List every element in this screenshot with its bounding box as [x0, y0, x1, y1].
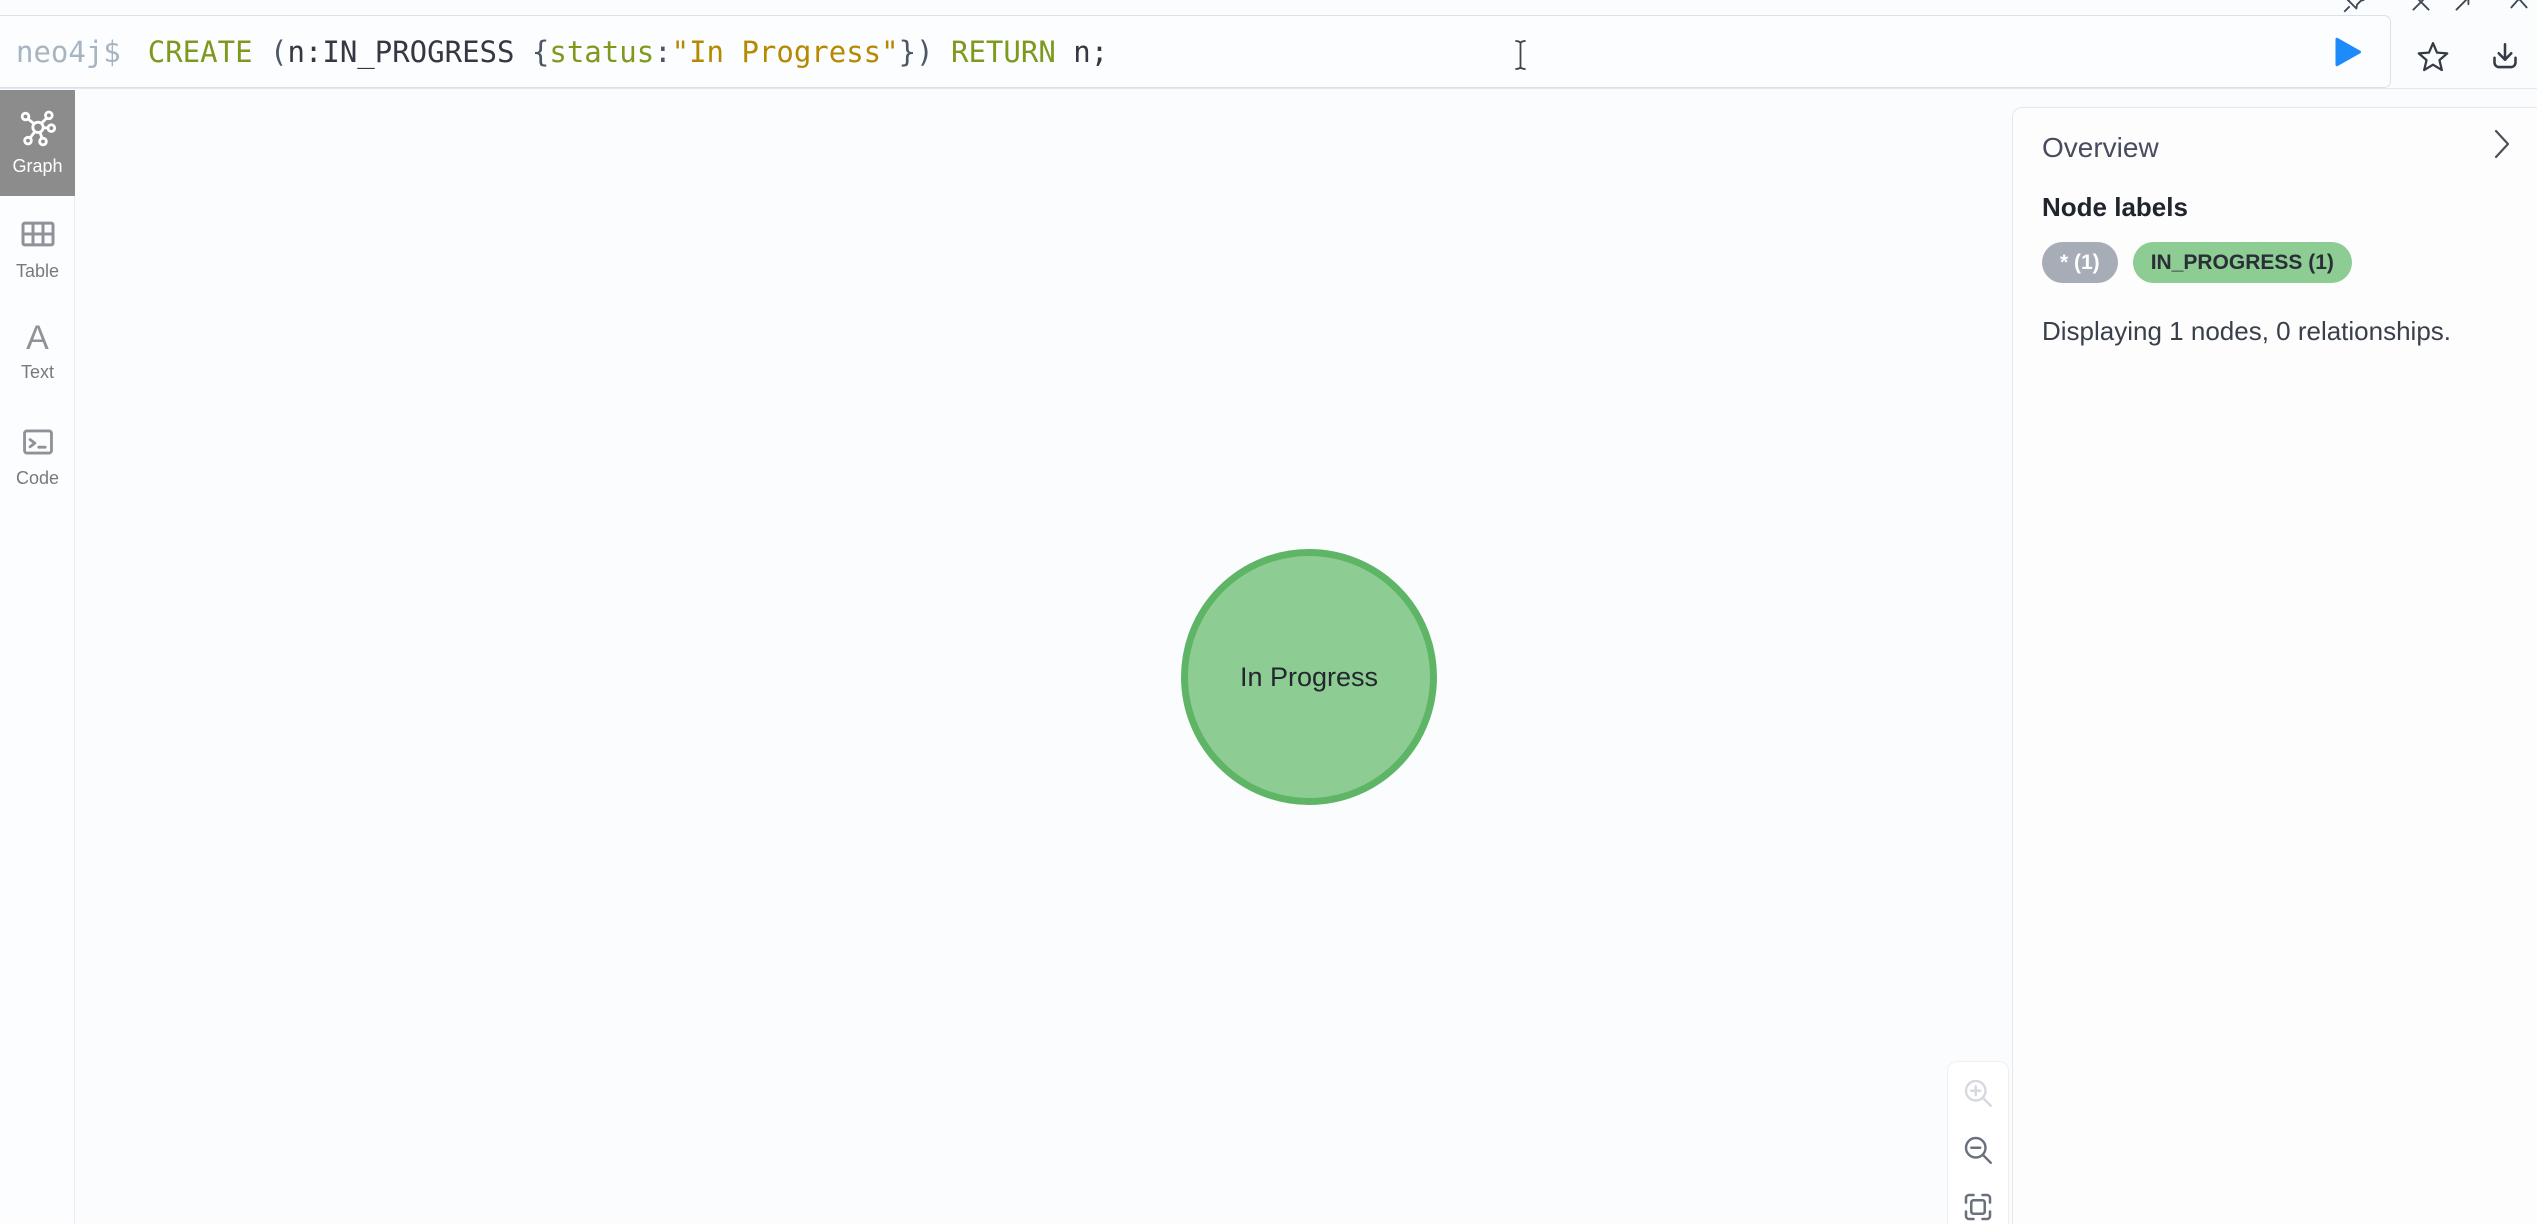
fit-to-screen-button[interactable]	[1959, 1189, 1997, 1224]
graph-icon	[18, 109, 58, 149]
text-icon: A	[26, 321, 49, 355]
zoom-out-icon	[1960, 1132, 1996, 1168]
node-label-badge[interactable]: IN_PROGRESS (1)	[2133, 242, 2352, 283]
tab-graph[interactable]: Graph	[0, 90, 75, 196]
node-labels-heading: Node labels	[2042, 192, 2188, 223]
query-token: RETURN	[951, 35, 1056, 69]
query-token: {	[532, 35, 549, 69]
tab-text-label: Text	[21, 362, 54, 383]
query-token: }	[899, 35, 916, 69]
zoom-out-button[interactable]	[1959, 1132, 1997, 1168]
expand-icon	[2450, 0, 2476, 15]
pin-icon	[2341, 0, 2367, 15]
play-icon	[2328, 34, 2364, 70]
code-icon	[19, 423, 57, 461]
star-icon	[2415, 39, 2451, 75]
query-token: :	[654, 35, 671, 69]
run-query-button[interactable]	[2324, 30, 2368, 74]
tab-code-label: Code	[16, 468, 59, 489]
fit-to-screen-icon	[1960, 1189, 1996, 1224]
query-token: status	[549, 35, 654, 69]
neo4j-browser-frame: neo4j$ CREATE (n:IN_PROGRESS {status:"In…	[0, 0, 2537, 1224]
query-token	[1056, 35, 1073, 69]
panel-title: Overview	[2042, 132, 2159, 164]
query-token: CREATE	[148, 35, 253, 69]
tab-text[interactable]: A Text	[0, 300, 75, 404]
tab-table[interactable]: Table	[0, 196, 75, 300]
pin-frame-button[interactable]	[2339, 0, 2369, 18]
graph-node[interactable]: In Progress	[1181, 549, 1437, 805]
graph-node-label: In Progress	[1240, 662, 1378, 693]
query-token	[514, 35, 531, 69]
zoom-in-icon	[1960, 1075, 1996, 1111]
editor-toolbar: neo4j$ CREATE (n:IN_PROGRESS {status:"In…	[0, 0, 2537, 89]
text-ibeam-cursor	[1513, 39, 1528, 71]
node-label-badge[interactable]: * (1)	[2042, 242, 2118, 283]
cypher-query[interactable]: CREATE (n:IN_PROGRESS {status:"In Progre…	[148, 35, 1108, 69]
query-token: )	[916, 35, 933, 69]
download-icon	[2487, 39, 2523, 75]
table-icon	[18, 214, 58, 254]
fullscreen-frame-button[interactable]	[2448, 0, 2478, 18]
zoom-in-button[interactable]	[1959, 1075, 1997, 1111]
query-token	[253, 35, 270, 69]
node-label-badges: * (1) IN_PROGRESS (1)	[2042, 242, 2352, 283]
tab-table-label: Table	[16, 261, 59, 282]
query-token	[934, 35, 951, 69]
close-frame-button[interactable]	[2406, 0, 2436, 18]
canvas-zoom-controls	[1947, 1061, 2009, 1224]
chevron-right-icon	[2491, 126, 2513, 162]
prompt-label: neo4j$	[16, 35, 121, 69]
download-result-button[interactable]	[2481, 33, 2529, 81]
cypher-editor-input[interactable]: neo4j$ CREATE (n:IN_PROGRESS {status:"In…	[0, 15, 2391, 88]
collapse-icon	[2506, 0, 2532, 15]
result-summary: Displaying 1 nodes, 0 relationships.	[2042, 316, 2451, 347]
view-switcher-sidebar: Graph Table A Text Code	[0, 90, 75, 1224]
tab-code[interactable]: Code	[0, 404, 75, 508]
collapse-frame-button[interactable]	[2504, 0, 2534, 18]
favorite-query-button[interactable]	[2409, 33, 2457, 81]
collapse-panel-button[interactable]	[2491, 126, 2513, 165]
tab-graph-label: Graph	[12, 156, 62, 177]
query-token: n:IN_PROGRESS	[287, 35, 514, 69]
query-token: n;	[1073, 35, 1108, 69]
query-token: "In Progress"	[672, 35, 899, 69]
query-token: (	[270, 35, 287, 69]
close-icon	[2408, 0, 2434, 15]
overview-panel: Overview Node labels * (1) IN_PROGRESS (1…	[2012, 107, 2537, 1224]
